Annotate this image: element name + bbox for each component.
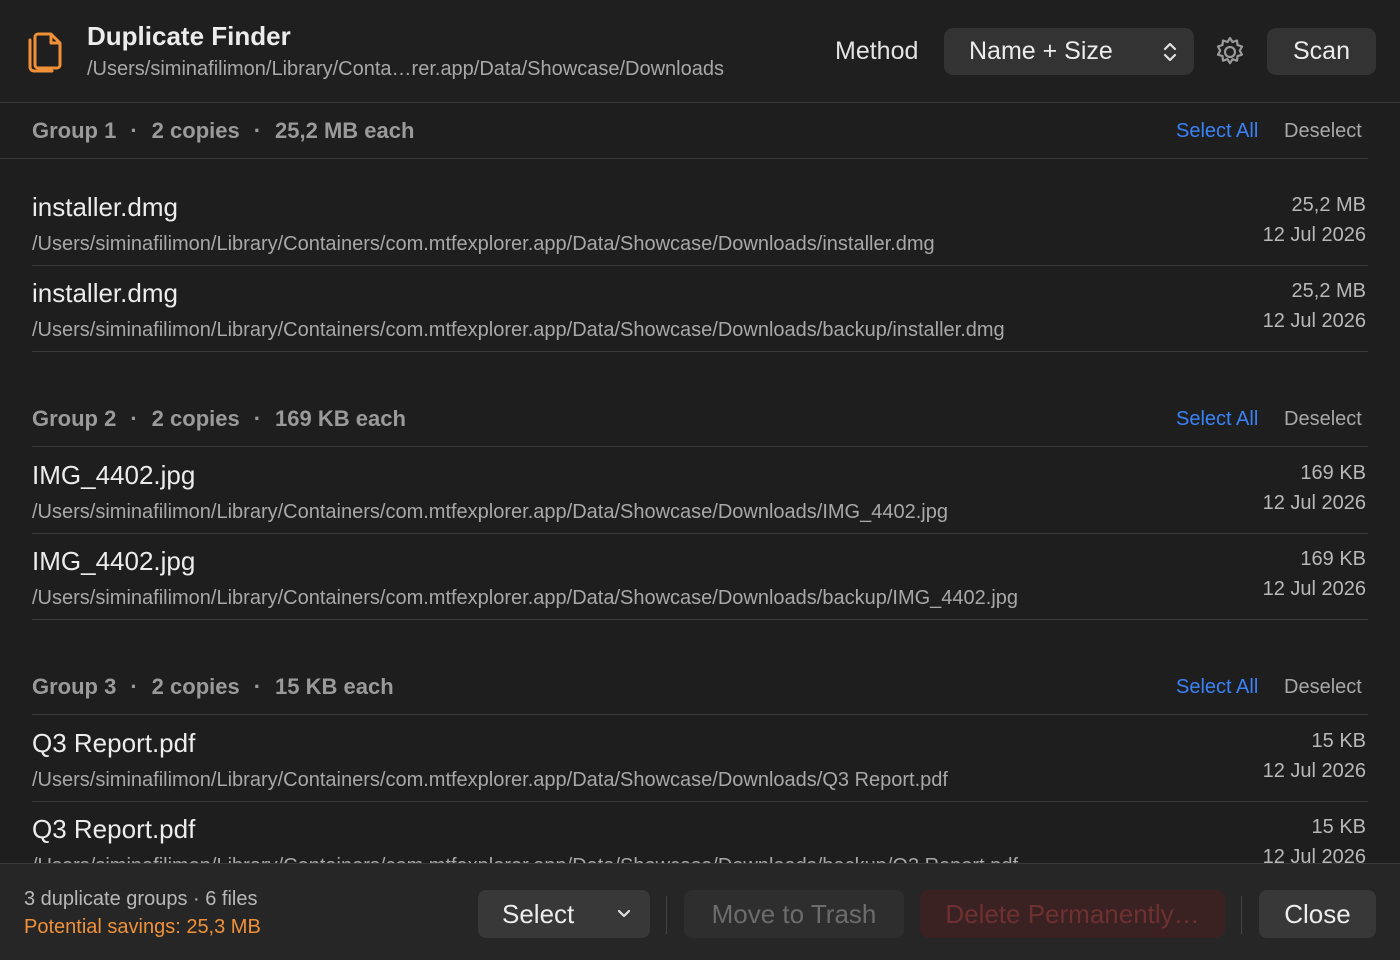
group-size-each: 25,2 MB each (275, 118, 415, 143)
file-path: /Users/siminafilimon/Library/Containers/… (32, 319, 1005, 341)
file-name: IMG_4402.jpg (32, 460, 196, 490)
file-date: 12 Jul 2026 (1262, 846, 1366, 863)
deselect-link[interactable]: Deselect (1284, 408, 1362, 431)
group-size-each: 15 KB each (275, 674, 394, 699)
method-select[interactable]: Name + Size (944, 28, 1194, 75)
file-size: 169 KB (1300, 548, 1366, 570)
group-copies: 2 copies (151, 674, 240, 699)
group-label: Group 1 (32, 118, 117, 143)
file-date: 12 Jul 2026 (1262, 492, 1366, 514)
divider (32, 714, 1368, 715)
deselect-link[interactable]: Deselect (1284, 120, 1362, 143)
file-path: /Users/siminafilimon/Library/Containers/… (32, 769, 948, 791)
file-size: 25,2 MB (1291, 280, 1366, 302)
divider (0, 158, 1368, 159)
group-label: Group 3 (32, 674, 117, 699)
file-size: 15 KB (1311, 816, 1366, 838)
duplicate-groups-list[interactable]: Group 1 · 2 copies · 25,2 MB each Select All… (0, 104, 1400, 863)
file-path: /Users/siminafilimon/Library/Containers/… (32, 855, 1018, 863)
group-header: Group 1 · 2 copies · 25,2 MB each Select All… (32, 118, 1362, 143)
file-name: installer.dmg (32, 278, 178, 308)
file-date: 12 Jul 2026 (1262, 578, 1366, 600)
file-row[interactable]: IMG_4402.jpg /Users/siminafilimon/Librar… (32, 448, 1368, 534)
duplicate-finder-window: Duplicate Finder /Users/siminafilimon/Li… (0, 0, 1400, 960)
file-name: Q3 Report.pdf (32, 728, 196, 758)
file-row[interactable]: installer.dmg /Users/siminafilimon/Libra… (32, 266, 1368, 352)
file-path: /Users/siminafilimon/Library/Containers/… (32, 501, 948, 523)
file-path: /Users/siminafilimon/Library/Containers/… (32, 587, 1019, 609)
toolbar-separator (1241, 896, 1242, 934)
summary-text: 3 duplicate groups · 6 files (24, 888, 258, 910)
gear-icon[interactable] (1213, 35, 1247, 69)
group-size-each: 169 KB each (275, 406, 406, 431)
divider (32, 351, 1368, 352)
file-path: /Users/siminafilimon/Library/Containers/… (32, 233, 935, 255)
file-name: installer.dmg (32, 192, 178, 222)
file-row[interactable]: installer.dmg /Users/siminafilimon/Libra… (32, 180, 1368, 266)
footer-bar: 3 duplicate groups · 6 files Potential s… (0, 863, 1400, 960)
file-date: 12 Jul 2026 (1262, 310, 1366, 332)
scan-button[interactable]: Scan (1267, 28, 1376, 75)
header: Duplicate Finder /Users/siminafilimon/Li… (0, 0, 1400, 103)
select-all-link[interactable]: Select All (1176, 676, 1258, 699)
file-name: IMG_4402.jpg (32, 546, 196, 576)
file-size: 15 KB (1311, 730, 1366, 752)
deselect-link[interactable]: Deselect (1284, 676, 1362, 699)
potential-savings: Potential savings: 25,3 MB (24, 916, 261, 938)
file-row[interactable]: Q3 Report.pdf /Users/siminafilimon/Libra… (32, 802, 1368, 863)
file-row[interactable]: IMG_4402.jpg /Users/siminafilimon/Librar… (32, 534, 1368, 620)
chevron-down-icon (617, 909, 631, 918)
method-label: Method (835, 37, 919, 65)
file-size: 169 KB (1300, 462, 1366, 484)
toolbar-separator (666, 896, 667, 934)
group-label: Group 2 (32, 406, 117, 431)
divider (32, 619, 1368, 620)
window-title: Duplicate Finder (87, 21, 291, 51)
move-to-trash-button[interactable]: Move to Trash (684, 890, 904, 938)
file-date: 12 Jul 2026 (1262, 760, 1366, 782)
divider (32, 446, 1368, 447)
file-size: 25,2 MB (1291, 194, 1366, 216)
file-row[interactable]: Q3 Report.pdf /Users/siminafilimon/Libra… (32, 716, 1368, 802)
method-select-value: Name + Size (969, 37, 1113, 65)
delete-permanently-button[interactable]: Delete Permanently… (920, 890, 1225, 938)
group-header: Group 2 · 2 copies · 169 KB each Select All … (32, 406, 1362, 431)
select-all-link[interactable]: Select All (1176, 120, 1258, 143)
select-menu-button[interactable]: Select (478, 890, 650, 938)
up-down-chevron-icon (1163, 42, 1177, 62)
select-all-link[interactable]: Select All (1176, 408, 1258, 431)
group-header: Group 3 · 2 copies · 15 KB each Select All D… (32, 674, 1362, 699)
file-date: 12 Jul 2026 (1262, 224, 1366, 246)
group-copies: 2 copies (151, 406, 240, 431)
close-button[interactable]: Close (1259, 890, 1376, 938)
documents-icon (28, 32, 62, 73)
folder-path: /Users/siminafilimon/Library/Conta…rer.a… (87, 58, 724, 80)
group-copies: 2 copies (151, 118, 240, 143)
select-menu-label: Select (502, 898, 575, 929)
file-name: Q3 Report.pdf (32, 814, 196, 844)
